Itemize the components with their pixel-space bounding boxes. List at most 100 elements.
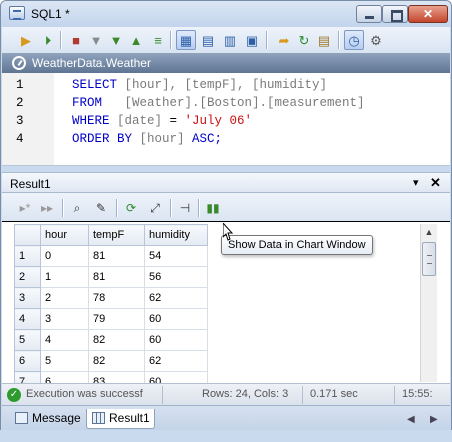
cell-humidity[interactable]: 54 <box>144 245 208 267</box>
edit-icon[interactable]: ✎ <box>92 199 110 217</box>
execute-icon[interactable]: ▶ <box>16 30 36 50</box>
next-row-icon[interactable]: ▸▸ <box>38 199 56 217</box>
message-icon <box>15 412 28 424</box>
table-row[interactable]: 5 4 82 60 <box>14 329 208 351</box>
form-view-icon[interactable]: ▤ <box>198 30 218 50</box>
timer-icon[interactable]: ◷ <box>344 30 364 50</box>
sql-editor[interactable]: 1 SELECT [hour], [tempF], [humidity] 2 FROM… <box>2 73 450 166</box>
code-token: [hour], [tempF], [humidity] <box>124 78 328 92</box>
tab-nav-right-icon[interactable]: ▶ <box>430 414 438 425</box>
minimize-button[interactable] <box>356 5 382 23</box>
line-number: 1 <box>16 78 24 92</box>
text-view-icon[interactable]: ▥ <box>220 30 240 50</box>
code-line[interactable]: 4 ORDER BY [hour] ASC; <box>2 131 450 148</box>
cell-hour[interactable]: 5 <box>40 350 89 372</box>
nav-prev-icon[interactable]: ▼ <box>106 30 126 50</box>
cell-tempF[interactable]: 81 <box>88 245 145 267</box>
execution-time: 0.171 sec <box>310 388 358 400</box>
step-icon[interactable]: ⏵ <box>38 30 58 50</box>
db-objects-icon[interactable]: ▣ <box>242 30 262 50</box>
table-row[interactable]: 1 0 81 54 <box>14 245 208 267</box>
cell-humidity[interactable]: 60 <box>144 329 208 351</box>
code-token: FROM <box>72 96 125 110</box>
result-panel-title: Result1 <box>10 177 51 191</box>
row-header[interactable]: 4 <box>14 308 41 330</box>
cell-hour[interactable]: 4 <box>40 329 89 351</box>
sql-document-icon <box>9 6 25 20</box>
row-header[interactable]: 7 <box>14 371 41 383</box>
settings-icon[interactable]: ⚙ <box>366 30 386 50</box>
code-line[interactable]: 2 FROM [Weather].[Boston].[measurement] <box>2 95 450 112</box>
table-row[interactable]: 4 3 79 60 <box>14 308 208 330</box>
cell-humidity[interactable]: 62 <box>144 350 208 372</box>
cell-hour[interactable]: 6 <box>40 371 89 383</box>
cell-humidity[interactable]: 62 <box>144 287 208 309</box>
binoculars-icon[interactable]: ⌕ <box>68 199 86 217</box>
cell-humidity[interactable]: 56 <box>144 266 208 288</box>
cell-tempF[interactable]: 82 <box>88 329 145 351</box>
toolbar-separator <box>170 199 171 217</box>
column-header-tempF[interactable]: tempF <box>88 224 145 246</box>
document-tab[interactable]: WeatherData.Weather <box>2 53 450 73</box>
cell-hour[interactable]: 2 <box>40 287 89 309</box>
nav-next-icon[interactable]: ▲ <box>126 30 146 50</box>
result-toolbar: ▸* ▸▸ ⌕ ✎ ⟳ ⤢ ⊣ ▮▮ <box>2 193 450 221</box>
cell-tempF[interactable]: 81 <box>88 266 145 288</box>
refresh-grid-icon[interactable]: ⟳ <box>122 199 140 217</box>
refresh-icon[interactable]: ↻ <box>294 30 314 50</box>
mouse-cursor-icon <box>223 223 233 241</box>
cell-hour[interactable]: 0 <box>40 245 89 267</box>
row-header[interactable]: 6 <box>14 350 41 372</box>
stop-icon[interactable]: ■ <box>66 30 86 50</box>
code-line[interactable]: 1 SELECT [hour], [tempF], [humidity] <box>2 77 450 94</box>
row-header[interactable]: 3 <box>14 287 41 309</box>
table-row[interactable]: 3 2 78 62 <box>14 287 208 309</box>
grid-corner[interactable] <box>14 224 41 246</box>
table-row[interactable]: 7 6 83 60 <box>14 371 208 383</box>
title-bar[interactable]: SQL1 * <box>1 1 451 27</box>
code-token: = <box>162 114 185 128</box>
tab-message[interactable]: Message <box>10 409 85 429</box>
cell-tempF[interactable]: 83 <box>88 371 145 383</box>
panel-menu-icon[interactable]: ▾ <box>413 176 419 189</box>
column-header-hour[interactable]: hour <box>40 224 89 246</box>
code-text: SELECT [hour], [tempF], [humidity] <box>72 77 327 94</box>
tab-nav-left-icon[interactable]: ◀ <box>407 414 415 425</box>
cell-tempF[interactable]: 79 <box>88 308 145 330</box>
close-result-icon[interactable]: ✕ <box>430 175 441 191</box>
vertical-scrollbar[interactable]: ▲ <box>420 224 437 382</box>
cell-humidity[interactable]: 60 <box>144 308 208 330</box>
code-token: [hour] <box>139 132 185 146</box>
insert-row-icon[interactable]: ▸* <box>16 199 34 217</box>
export-icon[interactable]: ➦ <box>274 30 294 50</box>
result-panel-header: Result1 ▾ ✕ <box>2 172 450 193</box>
table-row[interactable]: 2 1 81 56 <box>14 266 208 288</box>
notes-icon[interactable]: ▤ <box>314 30 334 50</box>
nav-first-icon[interactable]: ▼ <box>86 30 106 50</box>
data-table[interactable]: hour tempF humidity 1 0 81 54 2 1 81 56 3 2 78 62 4 3… <box>14 224 208 383</box>
tab-result1[interactable]: Result1 <box>86 409 155 429</box>
scroll-thumb[interactable] <box>422 242 436 276</box>
row-header[interactable]: 1 <box>14 245 41 267</box>
cell-hour[interactable]: 1 <box>40 266 89 288</box>
main-toolbar: ▶ ⏵ ■ ▼ ▼ ▲ ≡ ▦ ▤ ▥ ▣ ➦ ↻ ▤ ◷ ⚙ <box>2 27 450 53</box>
column-header-humidity[interactable]: humidity <box>144 224 208 246</box>
code-line[interactable]: 3 WHERE [date] = 'July 06' <box>2 113 450 130</box>
expand-icon[interactable]: ⤢ <box>146 199 164 217</box>
toolbar-separator <box>116 199 117 217</box>
nav-last-icon[interactable]: ≡ <box>148 30 168 50</box>
row-header[interactable]: 5 <box>14 329 41 351</box>
pin-icon[interactable]: ⊣ <box>176 199 194 217</box>
cell-tempF[interactable]: 82 <box>88 350 145 372</box>
cell-humidity[interactable]: 60 <box>144 371 208 383</box>
row-header[interactable]: 2 <box>14 266 41 288</box>
table-row[interactable]: 6 5 82 62 <box>14 350 208 372</box>
grid-view-icon[interactable]: ▦ <box>176 30 196 50</box>
scroll-up-icon[interactable]: ▲ <box>421 224 437 240</box>
close-window-button[interactable] <box>408 5 448 23</box>
cell-hour[interactable]: 3 <box>40 308 89 330</box>
sql-editor-window: SQL1 * ▶⏵■▼▼▲≡▦▤▥▣➦↻▤◷⚙ WeatherData.Weat… <box>0 0 452 442</box>
maximize-button[interactable] <box>382 5 408 23</box>
chart-icon[interactable]: ▮▮ <box>204 199 222 217</box>
cell-tempF[interactable]: 78 <box>88 287 145 309</box>
